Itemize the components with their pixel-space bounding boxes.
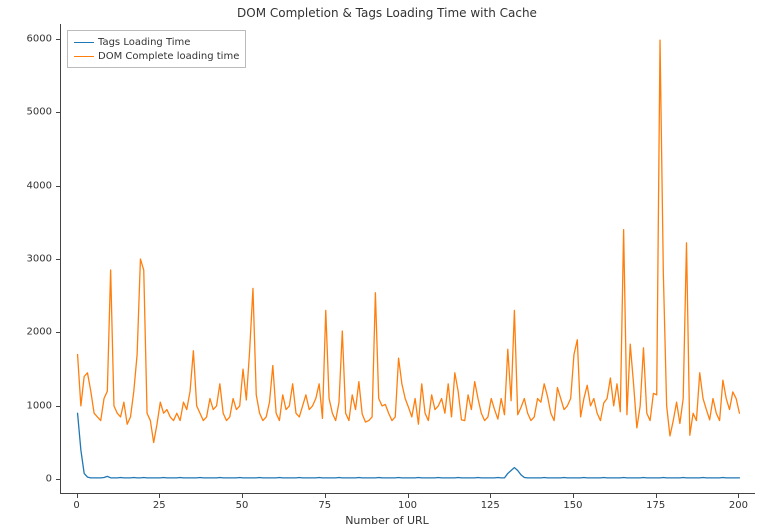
x-tick-label: 100 (398, 500, 417, 511)
legend-swatch-icon (74, 56, 94, 57)
y-tick-label: 4000 (0, 180, 52, 191)
x-tick-mark (325, 494, 326, 498)
chart-svg (61, 24, 756, 494)
legend-label: Tags Loading Time (98, 37, 190, 48)
x-tick-label: 25 (153, 500, 166, 511)
series-line (78, 40, 740, 442)
legend-swatch-icon (74, 42, 94, 43)
y-tick-mark (56, 186, 60, 187)
x-tick-label: 200 (729, 500, 748, 511)
chart-title: DOM Completion & Tags Loading Time with … (0, 6, 774, 20)
y-tick-label: 1000 (0, 400, 52, 411)
x-tick-mark (242, 494, 243, 498)
x-tick-label: 0 (73, 500, 79, 511)
legend-box: Tags Loading Time DOM Complete loading t… (67, 30, 246, 68)
legend-entry: Tags Loading Time (74, 35, 239, 49)
y-tick-mark (56, 406, 60, 407)
x-axis-label: Number of URL (0, 514, 774, 527)
legend-entry: DOM Complete loading time (74, 49, 239, 63)
x-tick-mark (77, 494, 78, 498)
plot-area: Tags Loading Time DOM Complete loading t… (60, 24, 755, 494)
y-tick-label: 2000 (0, 327, 52, 338)
y-tick-mark (56, 479, 60, 480)
x-tick-label: 150 (563, 500, 582, 511)
x-tick-label: 50 (236, 500, 249, 511)
legend-label: DOM Complete loading time (98, 51, 239, 62)
chart-container: DOM Completion & Tags Loading Time with … (0, 0, 774, 531)
y-tick-mark (56, 332, 60, 333)
x-tick-mark (159, 494, 160, 498)
x-tick-label: 75 (318, 500, 331, 511)
x-tick-label: 125 (481, 500, 500, 511)
x-tick-mark (490, 494, 491, 498)
y-tick-label: 6000 (0, 33, 52, 44)
y-tick-label: 0 (0, 474, 52, 485)
x-tick-mark (573, 494, 574, 498)
y-tick-mark (56, 39, 60, 40)
y-tick-mark (56, 259, 60, 260)
y-tick-label: 3000 (0, 254, 52, 265)
x-tick-mark (656, 494, 657, 498)
y-tick-label: 5000 (0, 107, 52, 118)
x-tick-label: 175 (646, 500, 665, 511)
x-tick-mark (408, 494, 409, 498)
series-line (78, 413, 740, 478)
y-tick-mark (56, 112, 60, 113)
x-tick-mark (738, 494, 739, 498)
